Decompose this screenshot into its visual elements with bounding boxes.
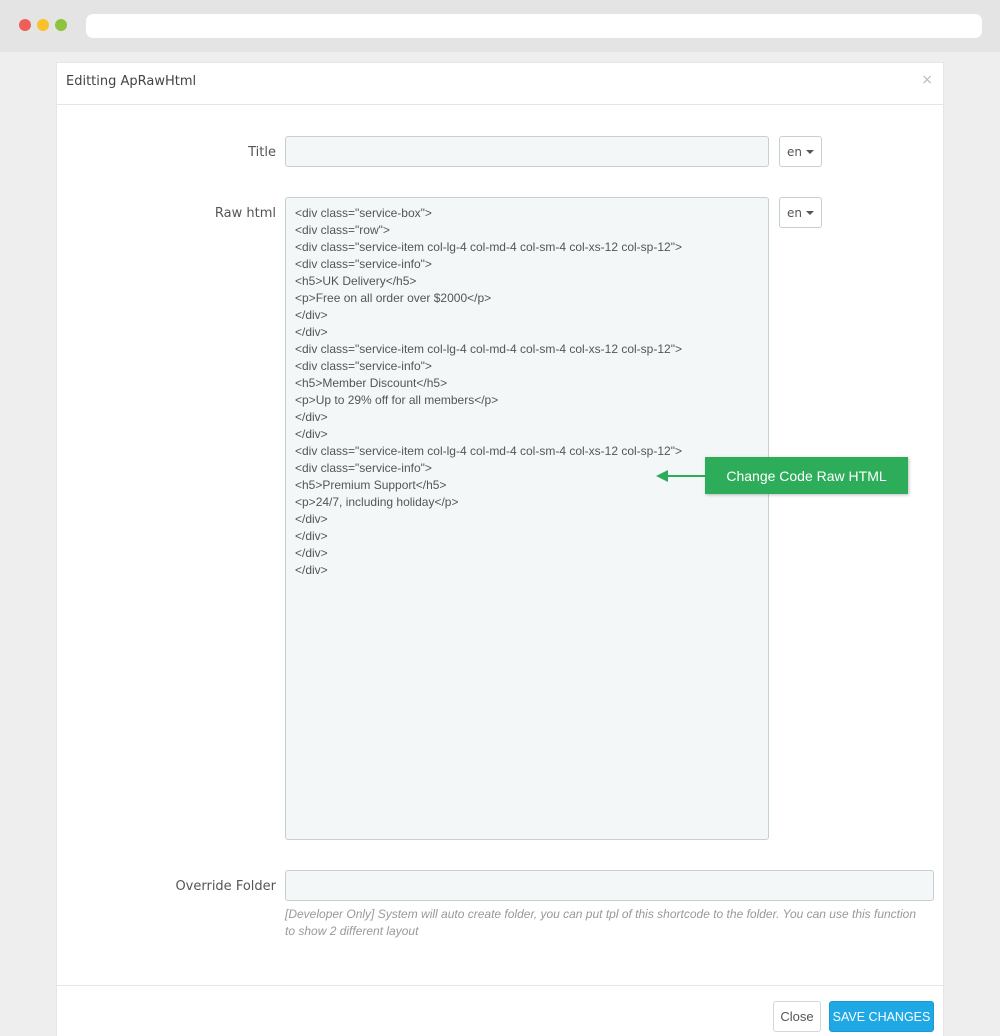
code-line: </div>	[295, 563, 328, 577]
code-line: <div class="service-info">	[295, 257, 432, 271]
code-line: <p>24/7, including holiday</p>	[295, 495, 459, 509]
callout-arrow-line	[665, 475, 705, 477]
browser-title-bar	[0, 0, 1000, 52]
window-close-dot[interactable]	[19, 19, 31, 31]
close-button[interactable]: Close	[773, 1001, 821, 1032]
code-line: <div class="service-info">	[295, 359, 432, 373]
save-changes-button[interactable]: SAVE CHANGES	[829, 1001, 934, 1032]
code-line: </div>	[295, 325, 328, 339]
edit-modal: Editting ApRawHtml × Title en Raw html <…	[56, 62, 944, 1036]
override-folder-input[interactable]	[285, 870, 934, 901]
modal-title: Editting ApRawHtml	[66, 74, 197, 89]
code-line: <h5>UK Delivery</h5>	[295, 274, 417, 288]
callout-badge: Change Code Raw HTML	[705, 457, 908, 494]
code-line: <p>Up to 29% off for all members</p>	[295, 393, 499, 407]
raw-html-textarea[interactable]: <div class="service-box"> <div class="row…	[285, 197, 769, 840]
address-bar[interactable]	[86, 14, 982, 38]
footer-divider	[57, 985, 943, 986]
code-line: </div>	[295, 546, 328, 560]
code-line: <p>Free on all order over $2000</p>	[295, 291, 492, 305]
code-line: </div>	[295, 529, 328, 543]
caret-down-icon	[806, 210, 814, 215]
caret-down-icon	[806, 149, 814, 154]
raw-html-label: Raw html	[214, 206, 276, 221]
code-line: <div class="service-item col-lg-4 col-md…	[295, 342, 682, 356]
code-line: <div class="service-item col-lg-4 col-md…	[295, 444, 682, 458]
code-line: <h5>Premium Support</h5>	[295, 478, 447, 492]
raw-html-language-dropdown[interactable]: en	[779, 197, 822, 228]
code-line: <div class="service-box">	[295, 206, 432, 220]
override-folder-help-text: [Developer Only] System will auto create…	[285, 907, 917, 938]
title-language-label: en	[787, 144, 802, 159]
title-language-dropdown[interactable]: en	[779, 136, 822, 167]
code-line: </div>	[295, 410, 328, 424]
title-label: Title	[248, 145, 276, 160]
close-icon[interactable]: ×	[921, 72, 933, 88]
code-line: <div class="service-item col-lg-4 col-md…	[295, 240, 682, 254]
arrow-left-icon	[656, 470, 668, 482]
title-input[interactable]	[285, 136, 769, 167]
window-minimize-dot[interactable]	[37, 19, 49, 31]
callout-text: Change Code Raw HTML	[726, 467, 887, 484]
window-maximize-dot[interactable]	[55, 19, 67, 31]
code-line: </div>	[295, 427, 328, 441]
code-line: </div>	[295, 512, 328, 526]
code-line: <div class="row">	[295, 223, 390, 237]
override-folder-label: Override Folder	[175, 879, 276, 894]
modal-header: Editting ApRawHtml ×	[57, 63, 943, 105]
raw-html-language-label: en	[787, 205, 802, 220]
code-line: <h5>Member Discount</h5>	[295, 376, 448, 390]
code-line: </div>	[295, 308, 328, 322]
